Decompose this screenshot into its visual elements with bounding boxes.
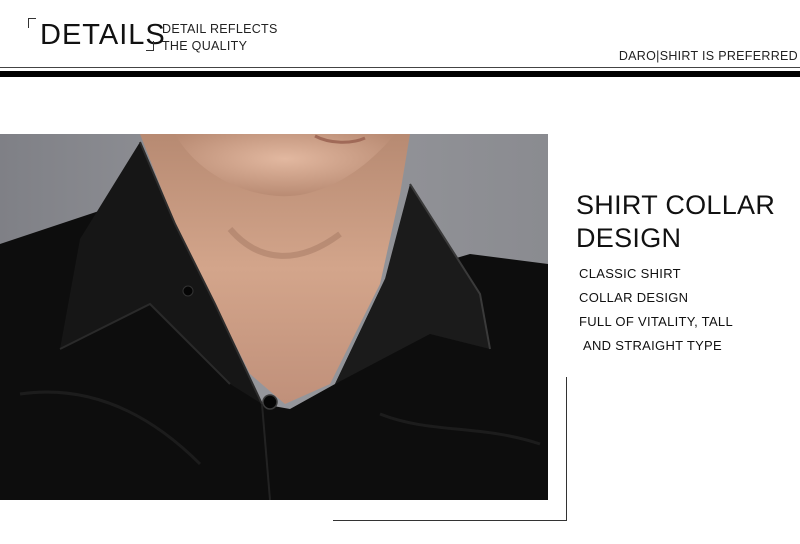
- decorative-vertical-line: [566, 377, 567, 521]
- shirt-collar-illustration: [0, 134, 548, 500]
- feature-heading: SHIRT COLLAR DESIGN: [576, 189, 775, 255]
- header-subtitle-line-1: DETAIL REFLECTS: [162, 22, 278, 36]
- header-subtitle-line-2: THE QUALITY: [162, 39, 248, 53]
- feature-heading-line-1: SHIRT COLLAR: [576, 190, 776, 220]
- decorative-horizontal-line: [333, 520, 567, 521]
- product-photo: [0, 134, 548, 500]
- description-line: FULL OF VITALITY, TALL: [579, 314, 733, 329]
- title-bracket-bottom-right: [146, 41, 154, 51]
- description-line: CLASSIC SHIRT: [579, 266, 681, 281]
- brand-tagline: DARO|SHIRT IS PREFERRED: [618, 49, 798, 63]
- title-bracket-top-left: [28, 18, 36, 28]
- header-subtitle: DETAIL REFLECTS THE QUALITY: [162, 21, 278, 55]
- header-divider-thick: [0, 71, 800, 77]
- header-divider-thin: [0, 67, 800, 68]
- feature-heading-line-2: DESIGN: [576, 223, 682, 253]
- description-line: AND STRAIGHT TYPE: [583, 338, 722, 353]
- feature-description: CLASSIC SHIRT COLLAR DESIGN FULL OF VITA…: [579, 262, 733, 358]
- description-line: COLLAR DESIGN: [579, 290, 689, 305]
